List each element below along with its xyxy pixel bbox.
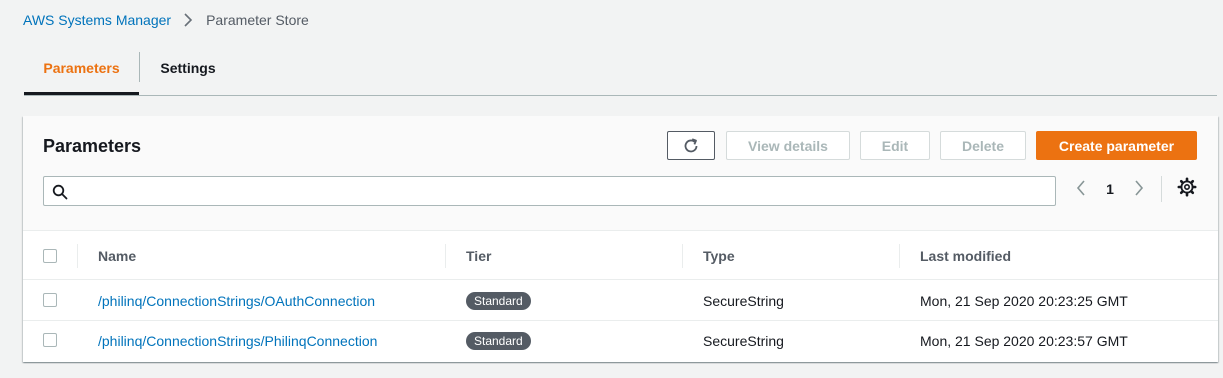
tier-cell: Standard [466,321,531,361]
column-header-tier[interactable]: Tier [466,232,491,280]
tier-cell: Standard [466,281,531,321]
select-all-checkbox[interactable] [43,249,57,263]
table-row: /philinq/ConnectionStrings/OAuthConnecti… [23,281,1218,321]
gear-icon[interactable] [1177,177,1197,197]
tier-badge: Standard [466,292,531,310]
column-divider [445,244,446,268]
breadcrumb-current: Parameter Store [206,12,309,28]
last-modified-cell: Mon, 21 Sep 2020 20:23:57 GMT [920,333,1128,349]
breadcrumb-link-systems-manager[interactable]: AWS Systems Manager [23,12,171,28]
table-header: Name Tier Type Last modified [23,232,1218,280]
pager-divider [1161,176,1162,202]
column-header-type[interactable]: Type [703,232,735,280]
create-parameter-button[interactable]: Create parameter [1036,131,1197,160]
tier-badge: Standard [466,332,531,350]
tab-active-indicator [24,92,139,95]
table-row: /philinq/ConnectionStrings/PhilinqConnec… [23,321,1218,361]
column-header-name[interactable]: Name [98,232,136,280]
column-divider [77,244,78,268]
refresh-icon [682,137,700,155]
column-divider [899,244,900,268]
search-box [43,176,1056,206]
delete-button[interactable]: Delete [940,131,1026,160]
tab-parameters[interactable]: Parameters [24,40,139,95]
column-header-last-modified[interactable]: Last modified [920,232,1011,280]
parameters-panel: Parameters View details Edit Delete Crea… [23,116,1218,362]
parameter-name-link[interactable]: /philinq/ConnectionStrings/OAuthConnecti… [98,281,375,321]
breadcrumb: AWS Systems Manager Parameter Store [23,12,309,28]
chevron-right-icon [183,13,193,27]
view-details-button[interactable]: View details [726,131,850,160]
parameter-name-link[interactable]: /philinq/ConnectionStrings/PhilinqConnec… [98,321,377,361]
row-checkbox[interactable] [43,293,57,307]
refresh-button[interactable] [667,131,715,160]
last-modified-cell: Mon, 21 Sep 2020 20:23:25 GMT [920,293,1128,309]
column-divider [682,244,683,268]
pager-current-page[interactable]: 1 [1102,177,1118,201]
type-cell: SecureString [703,293,784,309]
panel-header: Parameters View details Edit Delete Crea… [23,116,1218,231]
chevron-left-icon[interactable] [1075,179,1087,197]
chevron-right-icon[interactable] [1133,179,1145,197]
tab-bar: Parameters Settings [24,40,1217,96]
edit-button[interactable]: Edit [860,131,930,160]
search-icon [52,184,68,200]
row-checkbox[interactable] [43,333,57,347]
search-input[interactable] [74,177,1049,205]
panel-title: Parameters [43,136,142,156]
tab-settings[interactable]: Settings [140,40,236,95]
type-cell: SecureString [703,333,784,349]
